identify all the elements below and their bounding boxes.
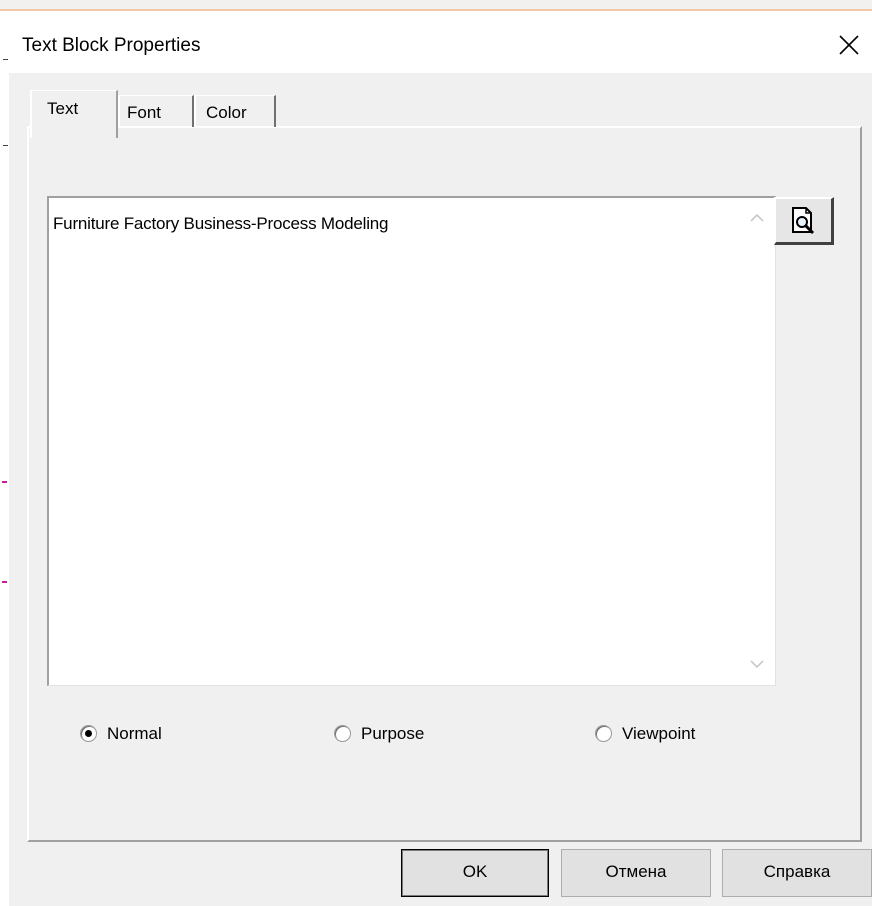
scroll-down-icon[interactable] [748,659,766,671]
text-block-properties-dialog: Text Block Properties Text Font Color Fu… [9,11,872,906]
background-mark [3,59,8,60]
text-block-content: Furniture Factory Business-Process Model… [53,214,389,233]
tab-color-label: Color [206,103,247,122]
cancel-button[interactable]: Отмена [561,849,711,897]
close-button[interactable] [826,25,872,67]
print-preview-icon [792,207,815,235]
tab-font-label: Font [127,103,162,122]
radio-purpose-indicator[interactable] [334,725,351,742]
text-block-textarea[interactable]: Furniture Factory Business-Process Model… [47,196,776,686]
close-icon [839,35,859,55]
tab-text[interactable]: Text [30,90,118,138]
background-mark [3,145,8,146]
radio-normal-label: Normal [107,724,162,743]
scroll-up-icon[interactable] [748,211,766,223]
radio-purpose[interactable]: Purpose [334,722,464,748]
tab-color[interactable]: Color [194,95,276,127]
radio-normal[interactable]: Normal [80,722,200,748]
radio-purpose-label: Purpose [361,724,425,743]
preview-button-face [774,197,834,245]
dialog-titlebar[interactable]: Text Block Properties [9,11,872,73]
tab-font[interactable]: Font [118,95,194,127]
background-window-strip [0,0,872,9]
radio-viewpoint[interactable]: Viewpoint [595,722,735,748]
help-button[interactable]: Справка [722,849,872,897]
radio-viewpoint-indicator[interactable] [595,725,612,742]
screen: Text Block Properties Text Font Color Fu… [0,0,872,906]
background-connector [2,481,7,483]
background-app-sliver [0,11,9,906]
radio-viewpoint-label: Viewpoint [622,724,696,743]
tab-text-label: Text [47,99,79,118]
preview-button[interactable] [774,197,834,245]
dialog-title: Text Block Properties [22,35,201,56]
vertical-scrollbar[interactable] [741,198,775,685]
background-connector [2,581,7,583]
radio-normal-indicator[interactable] [80,725,97,742]
ok-button[interactable]: OK [401,849,549,897]
